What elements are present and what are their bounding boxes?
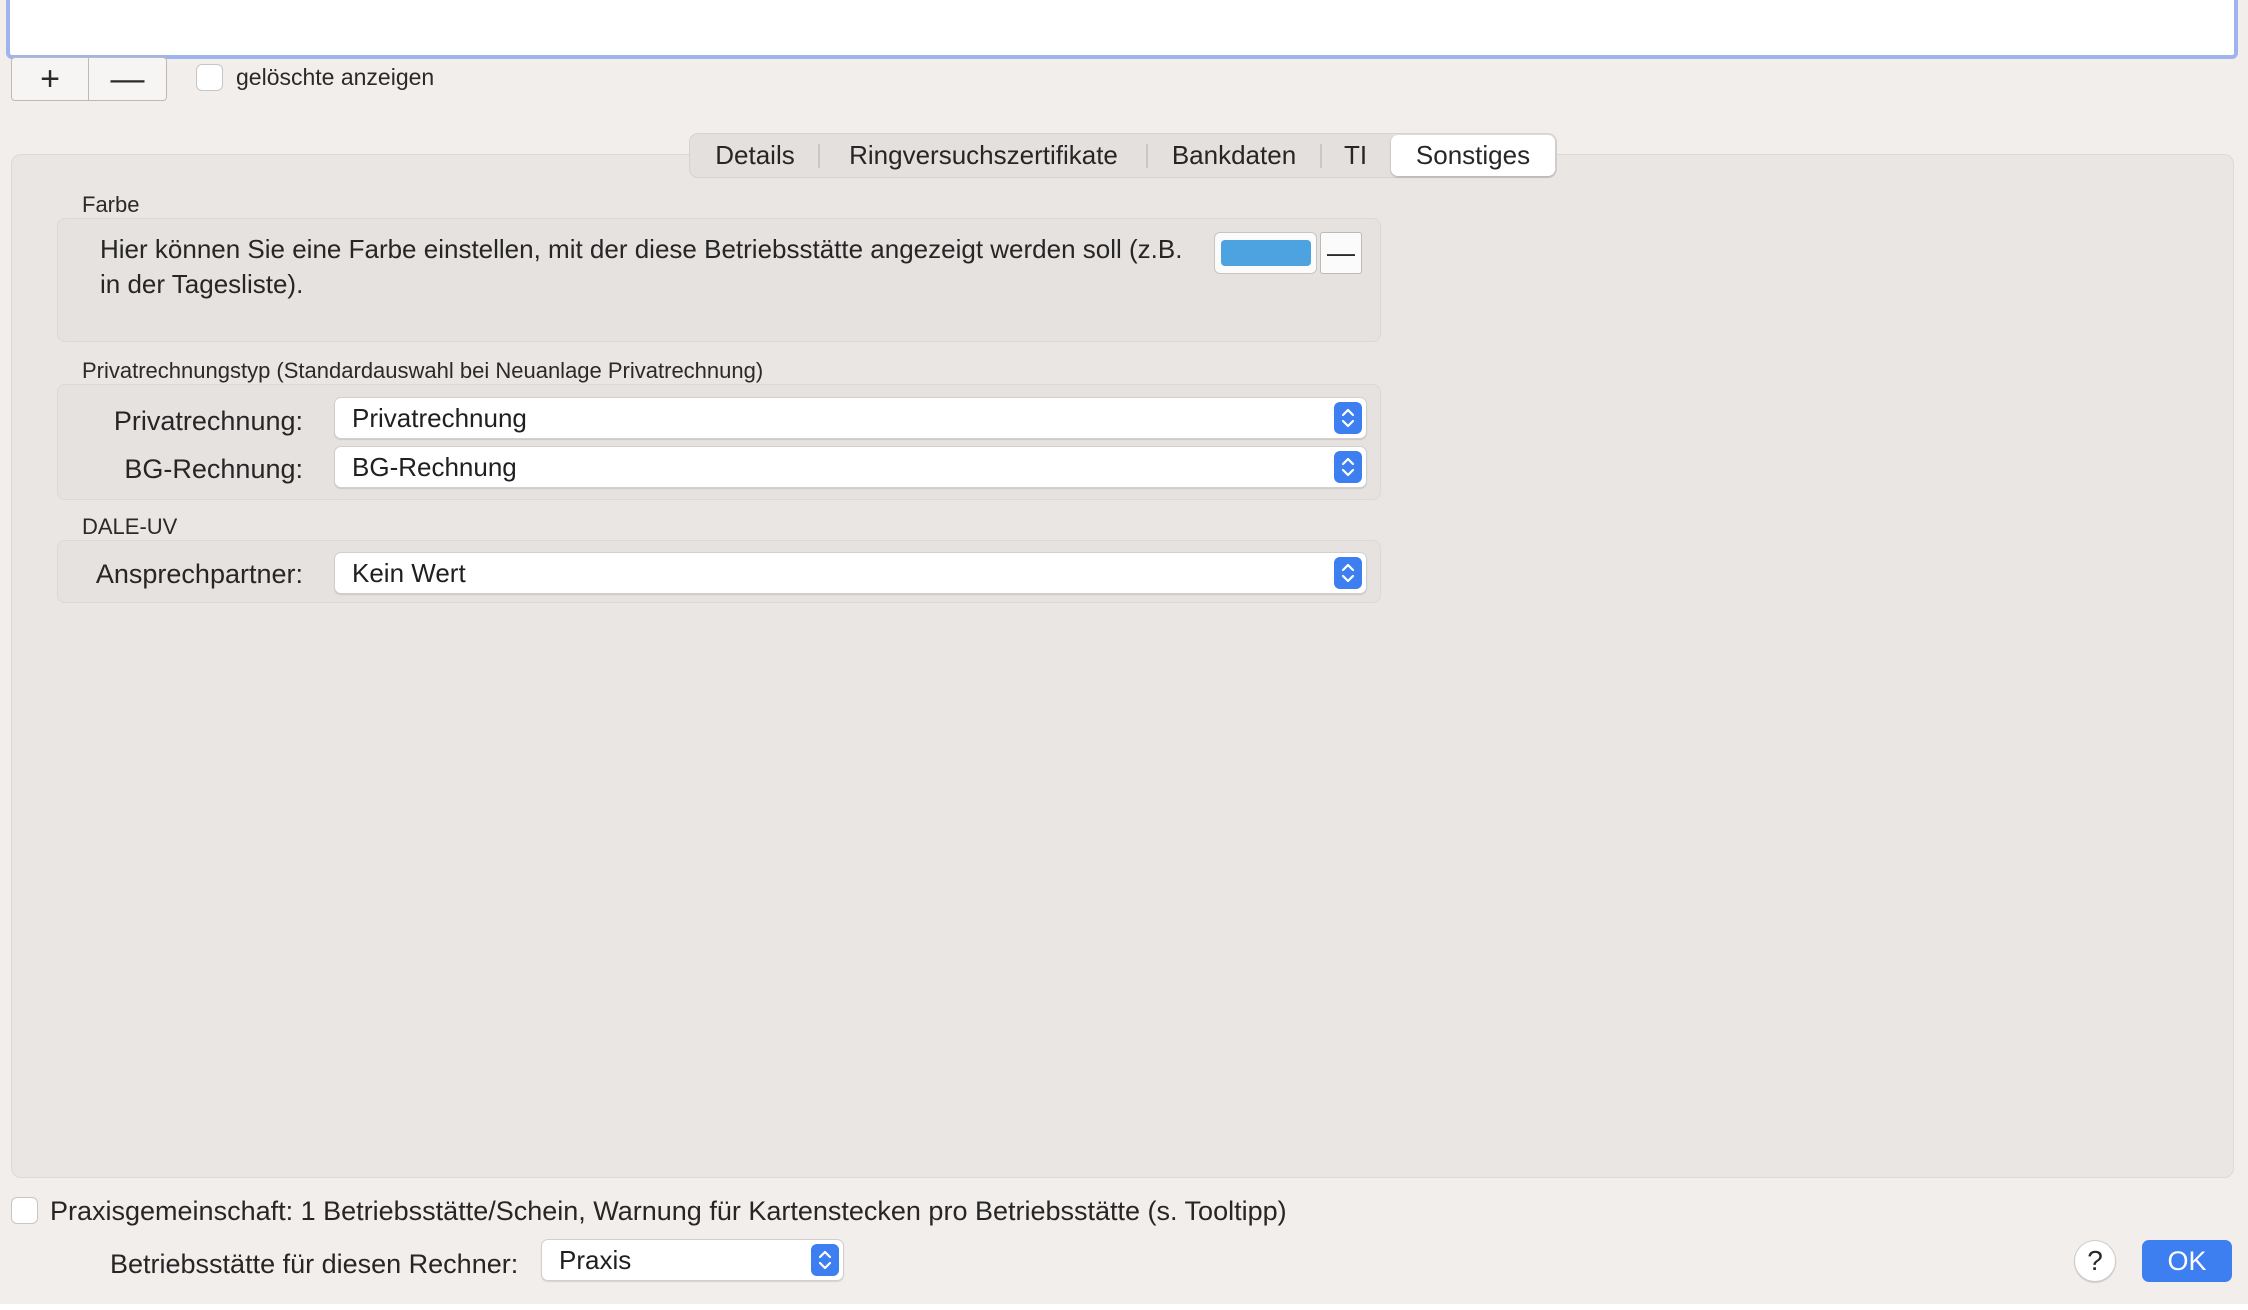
farbe-description: Hier können Sie eine Farbe einstellen, m… (100, 234, 1183, 299)
show-deleted-label: gelöschte anzeigen (236, 64, 435, 90)
tab-details[interactable]: Details (691, 135, 819, 176)
location-list[interactable] (6, 0, 2238, 59)
chevron-up-down-icon (1334, 557, 1362, 589)
window-bottom-edge (0, 1304, 2248, 1310)
rechner-value: Praxis (559, 1244, 632, 1275)
rechner-select[interactable]: Praxis (541, 1239, 844, 1281)
add-button[interactable]: + (11, 57, 89, 101)
farbe-group-title: Farbe (82, 192, 140, 217)
ansprechpartner-label: Ansprechpartner: (95, 559, 303, 589)
remove-button[interactable]: — (89, 57, 167, 101)
bg-rechnung-value: BG-Rechnung (352, 451, 517, 482)
chevron-up-down-icon (811, 1244, 839, 1276)
ok-button[interactable]: OK (2142, 1240, 2232, 1282)
rechner-label: Betriebsstätte für diesen Rechner: (110, 1249, 519, 1279)
tab-ti[interactable]: TI (1323, 135, 1388, 176)
tab-separator (1320, 144, 1322, 168)
privatrechnung-label: Privatrechnung: (113, 406, 303, 436)
dale-uv-group-title: DALE-UV (82, 514, 178, 539)
privatrechnungstyp-group-title: Privatrechnungstyp (Standardauswahl bei … (82, 358, 764, 383)
ansprechpartner-value: Kein Wert (352, 557, 466, 588)
help-button[interactable]: ? (2074, 1240, 2116, 1282)
praxisgemeinschaft-label: Praxisgemeinschaft: 1 Betriebsstätte/Sch… (50, 1196, 1287, 1226)
tab-ringversuchszertifikate[interactable]: Ringversuchszertifikate (822, 135, 1145, 176)
tab-bankdaten[interactable]: Bankdaten (1148, 135, 1320, 176)
praxisgemeinschaft-checkbox[interactable] (11, 1197, 38, 1224)
privatrechnung-value: Privatrechnung (352, 402, 527, 433)
chevron-up-down-icon (1334, 402, 1362, 434)
chevron-up-down-icon (1334, 451, 1362, 483)
bg-rechnung-select[interactable]: BG-Rechnung (334, 446, 1367, 488)
bg-rechnung-label: BG-Rechnung: (124, 454, 303, 484)
color-clear-button[interactable]: — (1320, 232, 1362, 274)
tab-sonstiges[interactable]: Sonstiges (1391, 135, 1555, 176)
color-swatch[interactable] (1221, 240, 1311, 266)
privatrechnung-select[interactable]: Privatrechnung (334, 397, 1367, 439)
show-deleted-checkbox[interactable] (196, 64, 223, 91)
ansprechpartner-select[interactable]: Kein Wert (334, 552, 1367, 594)
tab-separator (818, 144, 820, 168)
